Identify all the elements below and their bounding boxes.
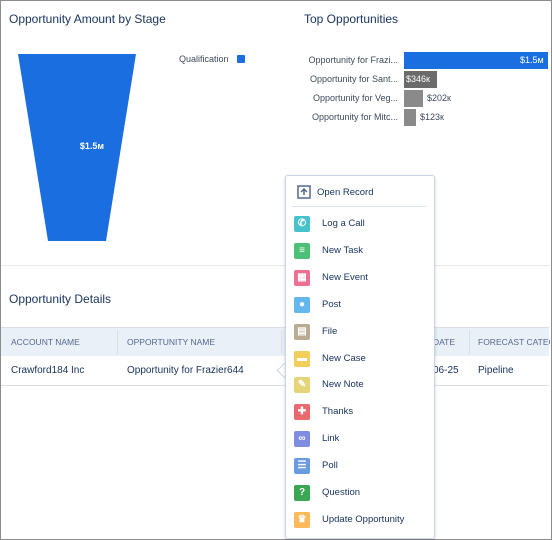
section-divider bbox=[1, 265, 549, 266]
column-header-close-date[interactable]: DATE bbox=[433, 328, 467, 356]
bar-category-label: Opportunity for Frazi... bbox=[308, 55, 398, 65]
column-separator bbox=[469, 330, 470, 354]
menu-item-post[interactable]: ● Post bbox=[286, 293, 434, 317]
opportunity-details-title: Opportunity Details bbox=[9, 292, 112, 306]
bar-mark[interactable] bbox=[404, 109, 416, 126]
menu-item-label: New Task bbox=[322, 244, 364, 256]
column-header-opportunity-name[interactable]: OPPORTUNITY NAME bbox=[127, 328, 277, 356]
legend-label-qualification: Qualification bbox=[179, 54, 229, 64]
bar-value-label: $346к bbox=[406, 74, 430, 84]
cell-opportunity-name[interactable]: Opportunity for Frazier644 bbox=[127, 356, 277, 385]
menu-item-file[interactable]: ▤ File bbox=[286, 320, 434, 344]
menu-item-label: Log a Call bbox=[322, 218, 365, 229]
column-separator bbox=[281, 330, 282, 354]
bar-value-label: $123к bbox=[420, 112, 444, 122]
menu-item-label: Update Opportunity bbox=[322, 513, 405, 525]
menu-item-log-a-call[interactable]: ✆ Log a Call bbox=[286, 212, 434, 236]
file-icon: ▤ bbox=[294, 323, 310, 340]
menu-item-label: New Note bbox=[322, 379, 364, 391]
bar-value-label: $202к bbox=[427, 93, 451, 103]
funnel-chart-title: Opportunity Amount by Stage bbox=[9, 12, 166, 26]
menu-item-new-event[interactable]: ▦ New Event bbox=[286, 266, 434, 290]
legend-swatch-qualification bbox=[237, 55, 245, 63]
note-icon: ✎ bbox=[294, 377, 310, 394]
bar-mark[interactable] bbox=[404, 90, 423, 107]
menu-item-new-task[interactable]: ≡ New Task bbox=[286, 239, 434, 263]
menu-item-label: New Case bbox=[322, 352, 366, 364]
menu-item-update-opportunity[interactable]: ♛ Update Opportunity bbox=[286, 508, 434, 532]
menu-item-label: Open Record bbox=[317, 187, 374, 198]
phone-icon: ✆ bbox=[294, 216, 310, 232]
bar-category-label: Opportunity for Sant... bbox=[309, 74, 398, 84]
menu-item-label: Link bbox=[322, 433, 340, 445]
link-icon: ∞ bbox=[294, 431, 310, 448]
question-icon: ? bbox=[294, 485, 310, 501]
table-row[interactable]: Crawford184 Inc Opportunity for Frazier6… bbox=[1, 356, 549, 386]
cell-account-name[interactable]: Crawford184 Inc bbox=[11, 356, 115, 385]
calendar-icon: ▦ bbox=[294, 269, 310, 286]
menu-item-poll[interactable]: ☰ Poll bbox=[286, 454, 434, 478]
chat-icon: ● bbox=[294, 296, 310, 313]
menu-item-thanks[interactable]: ✚ Thanks bbox=[286, 400, 434, 424]
column-header-account-name[interactable]: ACCOUNT NAME bbox=[11, 328, 111, 356]
table-header: ACCOUNT NAME OPPORTUNITY NAME DATE FOREC… bbox=[1, 327, 550, 357]
menu-divider bbox=[292, 206, 426, 207]
menu-item-label: Question bbox=[322, 487, 361, 498]
menu-item-label: Poll bbox=[322, 460, 338, 472]
bar-value-label: $1.5м bbox=[520, 55, 544, 65]
crown-icon: ♛ bbox=[294, 511, 310, 528]
task-icon: ≡ bbox=[294, 242, 310, 259]
top-opportunities-title: Top Opportunities bbox=[304, 12, 399, 26]
case-icon: ▬ bbox=[294, 350, 310, 367]
menu-item-open-record[interactable]: Open Record bbox=[286, 181, 434, 205]
bar-category-label: Opportunity for Mitc... bbox=[311, 112, 398, 122]
poll-icon: ☰ bbox=[294, 458, 310, 475]
funnel-stage-value: $1.5м bbox=[79, 141, 105, 151]
menu-item-question[interactable]: ? Question bbox=[286, 481, 434, 505]
bar-category-label: Opportunity for Veg... bbox=[312, 93, 398, 103]
cell-close-date: 06-25 bbox=[433, 365, 459, 376]
column-separator bbox=[117, 330, 118, 354]
column-header-forecast-category[interactable]: FORECAST CATEGO bbox=[478, 328, 550, 356]
menu-item-link[interactable]: ∞ Link bbox=[286, 427, 434, 451]
menu-item-label: New Event bbox=[322, 271, 368, 283]
gift-icon: ✚ bbox=[294, 404, 310, 421]
menu-item-label: Post bbox=[322, 298, 342, 310]
menu-item-new-note[interactable]: ✎ New Note bbox=[286, 373, 434, 397]
menu-item-label: Thanks bbox=[322, 406, 354, 418]
menu-item-new-case[interactable]: ▬ New Case bbox=[286, 347, 434, 371]
cell-forecast-category: Pipeline bbox=[478, 365, 514, 376]
record-action-menu: Open Record ✆ Log a Call ≡ New Task ▦ New Eve… bbox=[285, 175, 435, 539]
menu-item-label: File bbox=[322, 325, 338, 337]
open-record-icon bbox=[296, 185, 312, 201]
